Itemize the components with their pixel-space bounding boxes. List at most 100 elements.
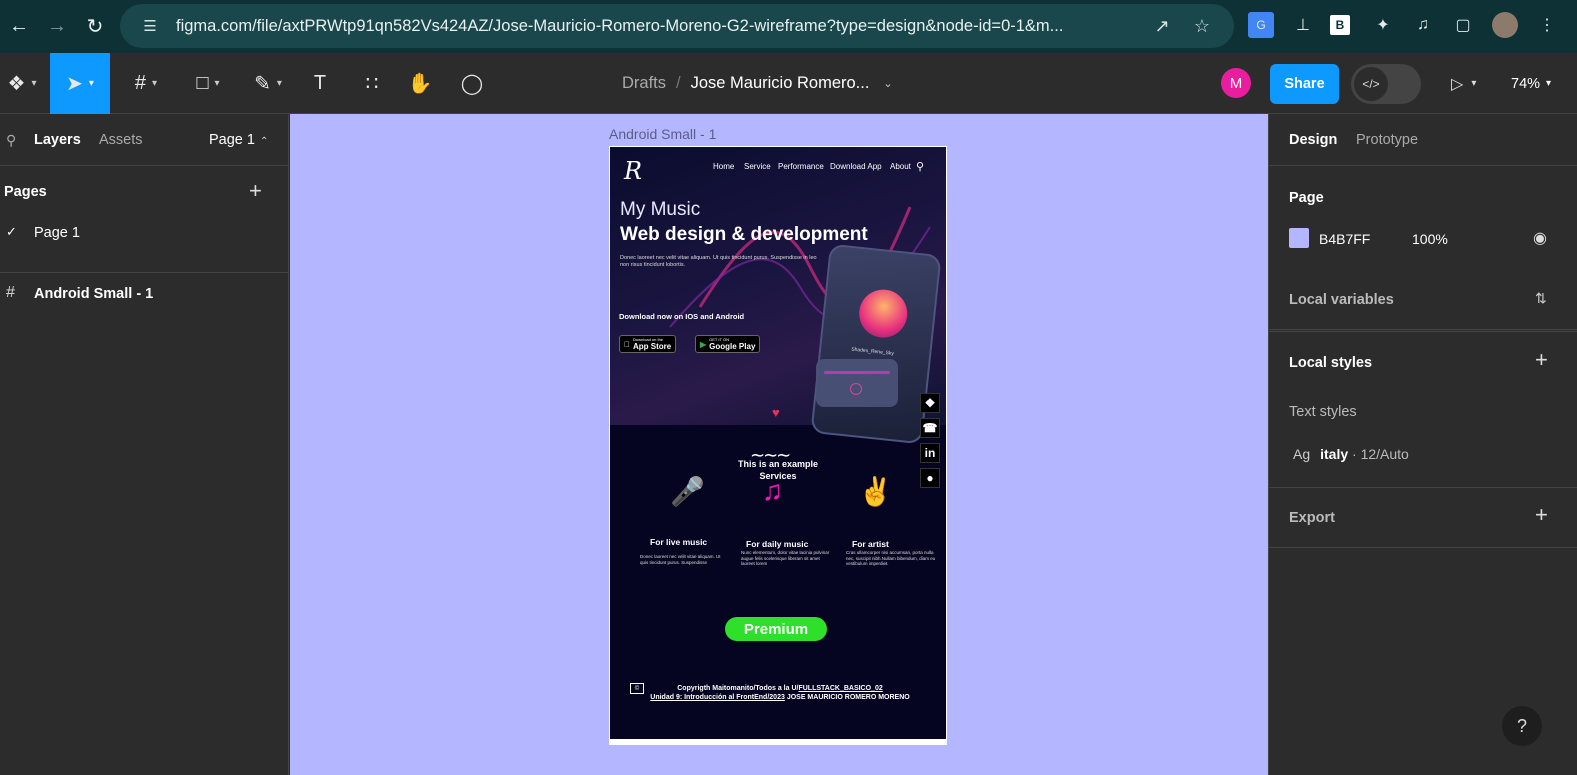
tab-prototype[interactable]: Prototype [1356, 132, 1418, 148]
resources-tool-icon[interactable]: ∷ [352, 53, 392, 114]
move-tool-icon[interactable]: ➤ ▾ [50, 53, 110, 114]
page-selector[interactable]: Page 1 ⌃ [209, 132, 268, 148]
phone-song-title: Shades_Rene_Sky [850, 346, 895, 357]
breadcrumb: Drafts / Jose Mauricio Romero... ⌄ [622, 53, 893, 114]
android-frame[interactable]: R Home Service Performance Download App … [609, 146, 947, 745]
local-variables-heading[interactable]: Local variables [1289, 292, 1394, 308]
music-note-icon: ♫ [762, 475, 783, 506]
frame-tool-icon[interactable]: # ▾ [118, 53, 174, 114]
code-icon: </> [1354, 67, 1388, 101]
browser-chrome: ← → ↻ ☰ figma.com/file/axtPRWtp91qn582Vs… [0, 0, 1577, 53]
premium-button: Premium [725, 617, 827, 641]
service-text: Nunc elementum, dolor vitae lacinia pulv… [741, 550, 830, 566]
puzzle-extensions-icon[interactable]: ✦ [1370, 12, 1396, 38]
comment-tool-icon[interactable]: ◯ [452, 53, 492, 114]
copyright-link1: FULLSTACK_BASICO_02 [798, 685, 883, 692]
variables-settings-icon[interactable]: ⇅ [1535, 290, 1547, 307]
chevron-down-icon[interactable]: ⌄ [883, 77, 892, 90]
service-title: For daily music [746, 539, 809, 549]
profile-avatar[interactable] [1492, 12, 1518, 38]
forward-arrow-icon[interactable]: → [40, 10, 74, 44]
export-section [1269, 488, 1577, 548]
figma-menu-icon[interactable]: ❖ ▾ [0, 53, 44, 114]
brand-logo: R [624, 157, 643, 185]
nav-performance: Performance [778, 162, 824, 171]
dev-mode-toggle[interactable]: </> [1351, 64, 1421, 104]
hero-subtitle: My Music [620, 199, 701, 220]
tab-assets[interactable]: Assets [99, 132, 143, 148]
progress-bar [824, 371, 890, 374]
local-styles-section [1269, 332, 1577, 488]
figma-toolbar: ❖ ▾ ➤ ▾ # ▾ □ ▾ ✎ ▾ T ∷ ✋ ◯ Drafts / Jose Mau… [0, 53, 1577, 114]
breadcrumb-drafts[interactable]: Drafts [622, 74, 666, 93]
microphone-icon: 🎤 [670, 476, 705, 507]
album-art [856, 287, 910, 340]
eye-icon[interactable]: ◉ [1533, 228, 1547, 248]
share-button[interactable]: Share [1270, 64, 1339, 104]
back-arrow-icon[interactable]: ← [2, 10, 36, 44]
frame-label[interactable]: Android Small - 1 [609, 126, 716, 142]
phone-mockup: Shades_Rene_Sky [810, 243, 942, 445]
layer-item-label: Android Small - 1 [34, 286, 154, 302]
file-name[interactable]: Jose Mauricio Romero... [691, 74, 870, 93]
shape-tool-icon[interactable]: □ ▾ [180, 53, 236, 114]
text-tool-icon[interactable]: T [300, 53, 340, 114]
page-list-item[interactable]: ✓ Page 1 [0, 224, 288, 246]
page-color-swatch[interactable] [1289, 228, 1309, 248]
b-extension-icon[interactable]: B [1330, 15, 1350, 35]
nav-about: About [890, 162, 911, 171]
left-panel-tabs: ⚲ Layers Assets Page 1 ⌃ [0, 114, 288, 166]
zoom-menu[interactable]: 74% ▾ [1511, 53, 1551, 114]
pen-tool-icon[interactable]: ✎ ▾ [240, 53, 296, 114]
more-menu-icon[interactable]: ⋮ [1534, 12, 1560, 38]
service-text: Cras ullamcorper nisi accumsan, porta nu… [846, 550, 936, 566]
app-store-badge:  Download on theApp Store [619, 335, 677, 353]
right-panel: Design Prototype Page B4B7FF 100% ◉ Loca… [1268, 114, 1577, 775]
google-play-badge: ▶ GET IT ON Google Play [695, 335, 761, 353]
play-button-icon [850, 383, 862, 395]
copyright-link2: Unidad 9: Introducción al FrontEnd/2023 [650, 694, 785, 701]
tab-layers[interactable]: Layers [34, 132, 81, 148]
user-avatar[interactable]: M [1221, 68, 1251, 98]
hero-title: Web design & development [620, 224, 868, 245]
chevron-up-icon: ⌃ [259, 136, 269, 147]
linkedin-icon: in [920, 443, 940, 463]
play-store-icon: ▶ [700, 339, 707, 349]
hand-tool-icon[interactable]: ✋ [400, 53, 440, 114]
github-icon: ● [920, 468, 940, 488]
tab-design[interactable]: Design [1289, 132, 1337, 148]
canvas[interactable]: Android Small - 1 R Home Service Perform… [290, 114, 1268, 775]
player-card [816, 359, 898, 407]
copyright-icon: © [630, 683, 644, 694]
right-panel-tabs: Design Prototype [1269, 114, 1577, 166]
media-control-icon[interactable]: ♫ [1410, 12, 1436, 38]
share-page-icon[interactable]: ↗ [1150, 14, 1174, 38]
pages-heading: Pages [4, 184, 47, 200]
copyright-text: Copyrigth Maitomanito/Todos a la U/FULLS… [650, 684, 910, 702]
search-icon[interactable]: ⚲ [6, 132, 16, 149]
guitar-hand-icon: ✌ [858, 476, 893, 507]
hero-paragraph: Donec laoreet nec velit vitae aliquam. U… [620, 255, 817, 268]
translate-extension-icon[interactable]: G [1248, 12, 1274, 38]
app-store-label: App Store [627, 342, 671, 351]
help-button[interactable]: ? [1502, 706, 1542, 746]
url-text[interactable]: figma.com/file/axtPRWtp91qn582Vs424AZ/Jo… [176, 17, 1156, 36]
search-icon: ⚲ [916, 161, 925, 173]
heart-icon: ♥ [772, 405, 780, 420]
nav-download-app: Download App [830, 162, 882, 171]
page-selector-label: Page 1 [209, 132, 255, 148]
side-panel-icon[interactable]: ▢ [1450, 12, 1476, 38]
page-color-hex[interactable]: B4B7FF [1319, 231, 1370, 247]
present-button[interactable]: ▷ ▾ [1451, 53, 1476, 114]
address-bar[interactable]: ☰ figma.com/file/axtPRWtp91qn582Vs424AZ/… [120, 4, 1234, 48]
copyright-line3: JOSE MAURICIO ROMERO MORENO [786, 694, 910, 701]
add-page-icon[interactable]: + [249, 178, 262, 204]
extension-icon[interactable]: ⊥ [1290, 12, 1316, 38]
reload-icon[interactable]: ↻ [78, 10, 112, 44]
layer-item[interactable]: # Android Small - 1 [0, 284, 288, 306]
site-settings-icon[interactable]: ☰ [138, 14, 162, 38]
zoom-level: 74% [1511, 75, 1541, 92]
breadcrumb-separator: / [676, 74, 681, 92]
bookmark-star-icon[interactable]: ☆ [1190, 14, 1214, 38]
page-color-opacity[interactable]: 100% [1412, 231, 1448, 247]
